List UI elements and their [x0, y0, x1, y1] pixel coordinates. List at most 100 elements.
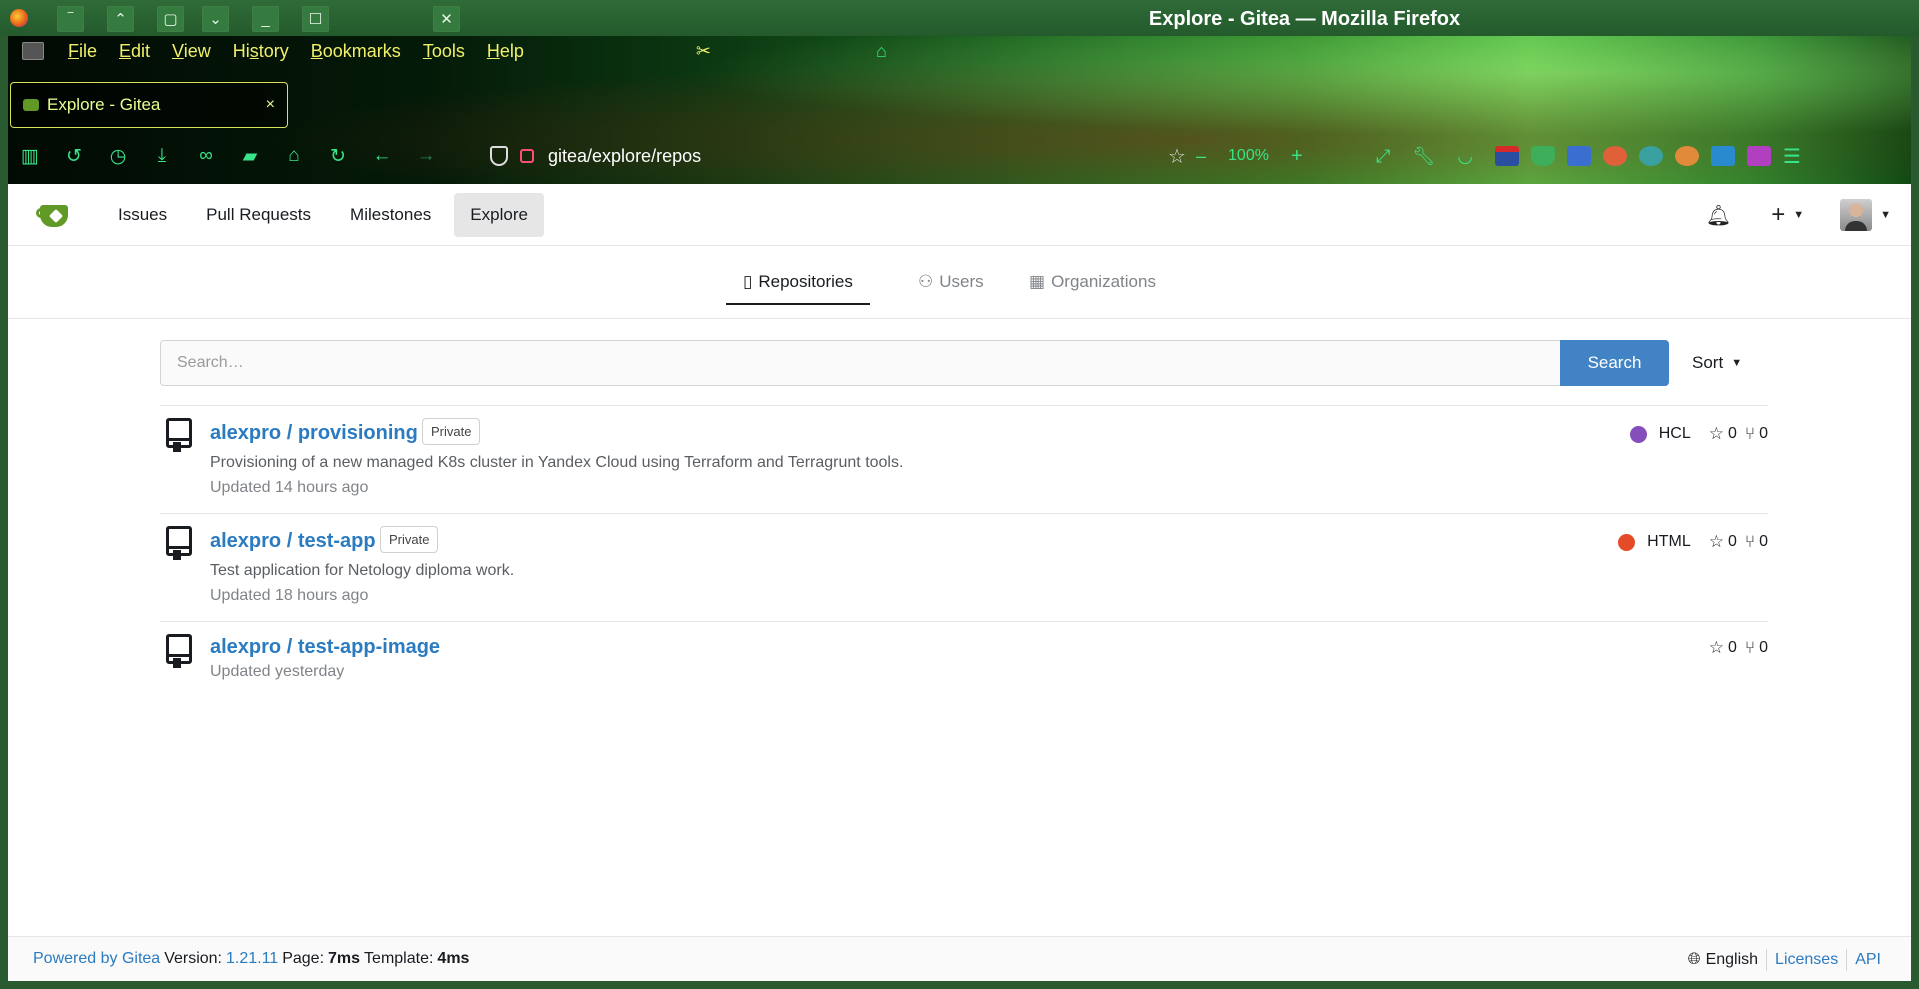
footer-divider	[1766, 948, 1768, 971]
tab-users-label: Users	[939, 272, 984, 291]
page-time-label: Page:	[282, 950, 325, 967]
search-button[interactable]: Search	[1560, 340, 1669, 386]
person-icon: ⚇	[918, 272, 934, 291]
repo-meta: ☆ 0 ⑂ 0	[1701, 638, 1768, 658]
tab-repositories-label: Repositories	[758, 271, 853, 291]
menu-history[interactable]: History	[233, 41, 289, 62]
star-icon: ☆	[1708, 638, 1724, 657]
menu-help[interactable]: Help	[487, 41, 524, 62]
insecure-lock-icon[interactable]	[520, 149, 534, 163]
repo-language: HCL	[1658, 425, 1691, 442]
extension-fox-icon[interactable]	[1602, 146, 1627, 166]
repo-updated: Updated 18 hours ago	[210, 587, 369, 604]
menu-bookmarks[interactable]: Bookmarks	[311, 41, 401, 62]
repo-meta: HCL ☆ 0 ⑂ 0	[1629, 424, 1768, 444]
explore-tabs: ▯ Repositories ⚇ Users ▦ Organizations	[8, 246, 1911, 319]
repo-stars[interactable]: ☆ 0	[1709, 532, 1737, 552]
sidebar-icon[interactable]: ▥	[8, 140, 52, 172]
menu-tools[interactable]: Tools	[423, 41, 465, 62]
extension-shield-icon[interactable]	[1530, 146, 1555, 166]
sort-dropdown[interactable]: Sort ▼	[1692, 340, 1742, 386]
zoom-in-button[interactable]: +	[1291, 145, 1303, 168]
fullscreen-icon[interactable]: ⤢	[1376, 146, 1390, 167]
navigation-toolbar: ▥ ↺ ◷ ⤓ ∞ ▰ ⌂ ↻ ← → gitea/explore/repos …	[8, 136, 1911, 176]
gitea-logo-icon[interactable]	[36, 199, 76, 231]
repo-forks[interactable]: ⑂ 0	[1745, 638, 1768, 658]
nav-explore[interactable]: Explore	[454, 192, 544, 237]
back-icon[interactable]: ←	[360, 140, 404, 172]
private-browsing-icon[interactable]: ∞	[184, 140, 228, 172]
reload-icon[interactable]: ↻	[316, 140, 360, 172]
forward-icon[interactable]: →	[404, 140, 448, 172]
wrench-icon[interactable]: 🔧︎	[1412, 146, 1435, 167]
url-text[interactable]: gitea/explore/repos	[548, 146, 701, 167]
fork-count: 0	[1759, 639, 1768, 656]
extension-book-icon[interactable]	[1710, 146, 1735, 166]
repo-description: Test application for Netology diploma wo…	[210, 562, 515, 579]
sort-caret-icon: ▼	[1731, 357, 1743, 369]
tab-close-icon[interactable]: ×	[266, 96, 275, 114]
api-link[interactable]: API	[1855, 951, 1881, 969]
licenses-link[interactable]: Licenses	[1775, 951, 1838, 969]
extension-sync-icon[interactable]	[1638, 146, 1663, 166]
user-dropdown-caret-icon[interactable]: ▼	[1880, 209, 1891, 221]
zoom-level[interactable]: 100%	[1228, 147, 1269, 165]
version-link[interactable]: 1.21.11	[226, 950, 278, 968]
fork-count: 0	[1759, 425, 1768, 442]
user-avatar[interactable]	[1840, 199, 1873, 231]
repo-name-link[interactable]: alexpro / test-app	[210, 530, 376, 553]
nav-milestones[interactable]: Milestones	[334, 193, 447, 237]
repo-list: alexpro / provisioning Private Provision…	[160, 405, 1768, 701]
tab-organizations[interactable]: ▦ Organizations	[1012, 260, 1173, 304]
zoom-controls: – 100% +	[1196, 140, 1303, 172]
notifications-bell-icon[interactable]: 🔔︎	[1706, 203, 1731, 228]
tab-users[interactable]: ⚇ Users	[901, 260, 1001, 304]
search-input[interactable]	[160, 340, 1560, 386]
home-icon[interactable]: ⌂	[272, 140, 316, 172]
clock-icon[interactable]: ◷	[96, 140, 140, 172]
tab-organizations-label: Organizations	[1051, 272, 1156, 291]
extensions-row: ⤢ 🔧︎ ◡ ☰	[1376, 140, 1801, 172]
extension-save-icon[interactable]	[1566, 146, 1591, 166]
fork-count: 0	[1759, 533, 1768, 550]
menu-edit[interactable]: Edit	[119, 41, 150, 62]
new-container-icon[interactable]: ▰	[228, 140, 272, 172]
hamburger-menu-icon[interactable]: ☰	[1783, 144, 1801, 169]
repo-stars[interactable]: ☆ 0	[1709, 424, 1737, 444]
screenshot-icon[interactable]: ✂	[696, 41, 711, 62]
repo-icon	[164, 634, 194, 668]
extension-palette-icon[interactable]	[1674, 146, 1699, 166]
history-icon[interactable]: ↺	[52, 140, 96, 172]
repo-forks[interactable]: ⑂ 0	[1745, 532, 1768, 552]
browser-tab-explore[interactable]: Explore - Gitea ×	[10, 82, 288, 128]
zoom-out-button[interactable]: –	[1196, 146, 1206, 167]
repo-name-link[interactable]: alexpro / provisioning	[210, 422, 418, 445]
template-time: 4ms	[437, 950, 470, 967]
menu-file[interactable]: File	[68, 41, 97, 62]
create-new-plus-icon[interactable]: +	[1771, 201, 1785, 229]
language-selector[interactable]: English	[1706, 951, 1758, 969]
nav-pull-requests[interactable]: Pull Requests	[190, 193, 327, 237]
extension-gift-icon[interactable]	[1746, 146, 1771, 166]
search-row: Search Sort ▼	[160, 340, 1768, 386]
nav-issues[interactable]: Issues	[102, 193, 183, 237]
repo-description: Provisioning of a new managed K8s cluste…	[210, 454, 904, 471]
downloads-icon[interactable]: ⤓	[140, 140, 184, 172]
tracking-shield-icon[interactable]	[490, 146, 508, 166]
menu-view[interactable]: View	[172, 41, 211, 62]
tab-repositories[interactable]: ▯ Repositories	[726, 260, 870, 305]
powered-by-link[interactable]: Powered by Gitea	[33, 950, 160, 968]
star-count: 0	[1727, 639, 1737, 656]
repo-updated: Updated yesterday	[210, 663, 345, 680]
create-dropdown-caret-icon[interactable]: ▼	[1793, 209, 1804, 221]
bookmark-star-icon[interactable]: ☆	[1168, 140, 1186, 172]
extension-icon[interactable]: ⌂	[876, 41, 887, 62]
private-badge: Private	[422, 418, 481, 445]
template-time-label: Template:	[364, 950, 434, 967]
extension-l-icon[interactable]	[1494, 146, 1519, 166]
pocket-icon[interactable]: ◡	[1457, 146, 1473, 167]
repo-forks[interactable]: ⑂ 0	[1745, 424, 1768, 444]
repo-stars[interactable]: ☆ 0	[1709, 638, 1737, 658]
repo-name-link[interactable]: alexpro / test-app-image	[210, 636, 440, 659]
system-menu-icon[interactable]	[22, 42, 44, 60]
